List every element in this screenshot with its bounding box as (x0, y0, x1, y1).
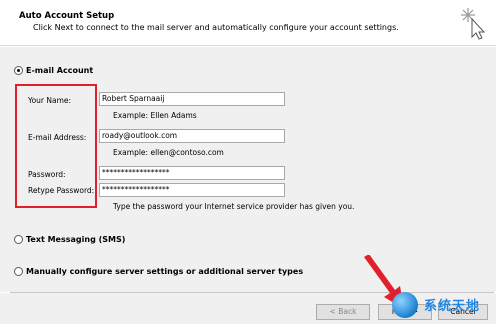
manual-config-label[interactable]: Manually configure server settings or ad… (26, 267, 303, 276)
email-address-field[interactable]: roady@outlook.com (99, 129, 285, 143)
page-subtitle: Click Next to connect to the mail server… (33, 23, 399, 32)
highlight-box (15, 84, 97, 208)
manual-config-radio[interactable] (14, 267, 23, 276)
sms-label[interactable]: Text Messaging (SMS) (26, 235, 125, 244)
sms-radio[interactable] (14, 235, 23, 244)
email-address-hint: Example: ellen@contoso.com (113, 148, 224, 157)
wizard-sparkle-icon (461, 8, 486, 40)
password-hint: Type the password your Internet service … (113, 202, 355, 211)
email-account-label[interactable]: E-mail Account (26, 66, 93, 75)
retype-password-field[interactable]: ****************** (99, 183, 285, 197)
page-title: Auto Account Setup (19, 11, 115, 21)
wizard-header: Auto Account Setup Click Next to connect… (0, 0, 496, 46)
email-account-radio[interactable] (14, 66, 23, 75)
your-name-hint: Example: Ellen Adams (113, 111, 197, 120)
your-name-field[interactable]: Robert Sparnaaij (99, 92, 285, 106)
watermark-text: 系统天地 (424, 299, 481, 314)
password-field[interactable]: ****************** (99, 166, 285, 180)
watermark-globe-icon (392, 292, 418, 318)
watermark: 系统天地 (388, 287, 496, 324)
